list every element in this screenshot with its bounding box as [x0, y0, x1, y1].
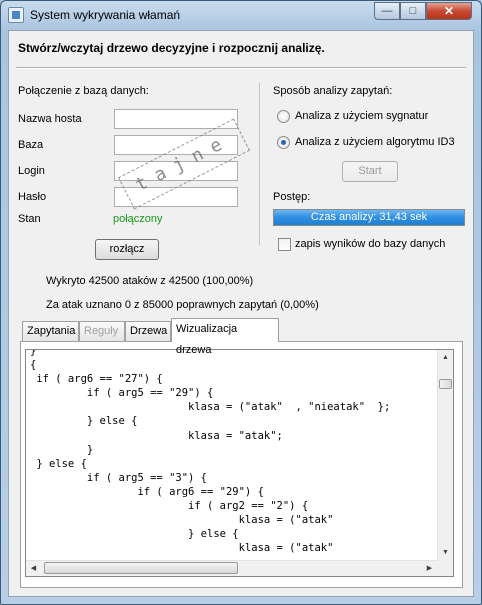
host-label: Nazwa hosta: [18, 113, 82, 125]
id3-radio[interactable]: [277, 136, 290, 149]
main-panel: Stwórz/wczytaj drzewo decyzyjne i rozpoc…: [8, 30, 474, 597]
title-bar[interactable]: System wykrywania włamań — □ ✕: [1, 1, 481, 29]
signatures-radio[interactable]: [277, 110, 290, 123]
analysis-section-label: Sposób analizy zapytań:: [273, 85, 393, 97]
start-button[interactable]: Start: [342, 161, 398, 182]
tab-rules[interactable]: Reguły: [79, 321, 125, 341]
app-window: System wykrywania włamań — □ ✕ Stwórz/wc…: [0, 0, 482, 605]
app-icon: [8, 7, 24, 23]
password-label: Hasło: [18, 191, 47, 203]
tab-tree-visualization[interactable]: Wizualizacja drzewa: [171, 318, 279, 356]
tab-trees[interactable]: Drzewa: [125, 321, 171, 341]
horizontal-scrollbar[interactable]: ◀ ▶: [26, 560, 438, 576]
section-divider: [259, 83, 260, 245]
tab-queries[interactable]: Zapytania: [22, 321, 79, 341]
scroll-down-arrow-icon[interactable]: ▼: [439, 546, 452, 559]
database-label: Baza: [18, 139, 44, 151]
horizontal-scroll-thumb[interactable]: [44, 562, 238, 574]
disconnect-button[interactable]: rozłącz: [95, 239, 159, 260]
vertical-scrollbar[interactable]: ▲ ▼: [437, 350, 453, 561]
scroll-up-arrow-icon[interactable]: ▲: [439, 351, 452, 364]
save-results-checkbox[interactable]: [278, 238, 291, 251]
scroll-corner: [438, 561, 453, 576]
signatures-radio-label[interactable]: Analiza z użyciem sygnatur: [295, 110, 428, 122]
connection-status-value: połączony: [113, 213, 163, 225]
tree-code-text[interactable]: } { if ( arg6 == "27") { if ( arg5 == "2…: [30, 350, 390, 555]
false-positive-text: Za atak uznano 0 z 85000 poprawnych zapy…: [46, 299, 319, 311]
id3-radio-label[interactable]: Analiza z użyciem algorytmu ID3: [295, 136, 455, 148]
maximize-button[interactable]: □: [400, 2, 426, 20]
progress-label: Postęp:: [273, 191, 311, 203]
header-separator: [16, 67, 466, 69]
minimize-button[interactable]: —: [374, 2, 400, 20]
scroll-right-arrow-icon[interactable]: ▶: [423, 562, 436, 575]
status-label: Stan: [18, 213, 41, 225]
window-title: System wykrywania włamań: [30, 8, 181, 22]
vertical-scroll-thumb[interactable]: [439, 379, 452, 389]
save-results-label[interactable]: zapis wyników do bazy danych: [295, 238, 445, 250]
instruction-headline: Stwórz/wczytaj drzewo decyzyjne i rozpoc…: [18, 41, 325, 55]
scroll-left-arrow-icon[interactable]: ◀: [27, 562, 40, 575]
tree-code-view[interactable]: } { if ( arg6 == "27") { if ( arg5 == "2…: [25, 349, 454, 577]
db-section-label: Połączenie z bazą danych:: [18, 85, 149, 97]
detected-attacks-text: Wykryto 42500 ataków z 42500 (100,00%): [46, 275, 254, 287]
progress-text: Czas analizy: 31,43 sek: [310, 211, 428, 223]
close-button[interactable]: ✕: [426, 2, 472, 20]
analysis-progress-bar: Czas analizy: 31,43 sek: [273, 209, 465, 226]
login-label: Login: [18, 165, 45, 177]
